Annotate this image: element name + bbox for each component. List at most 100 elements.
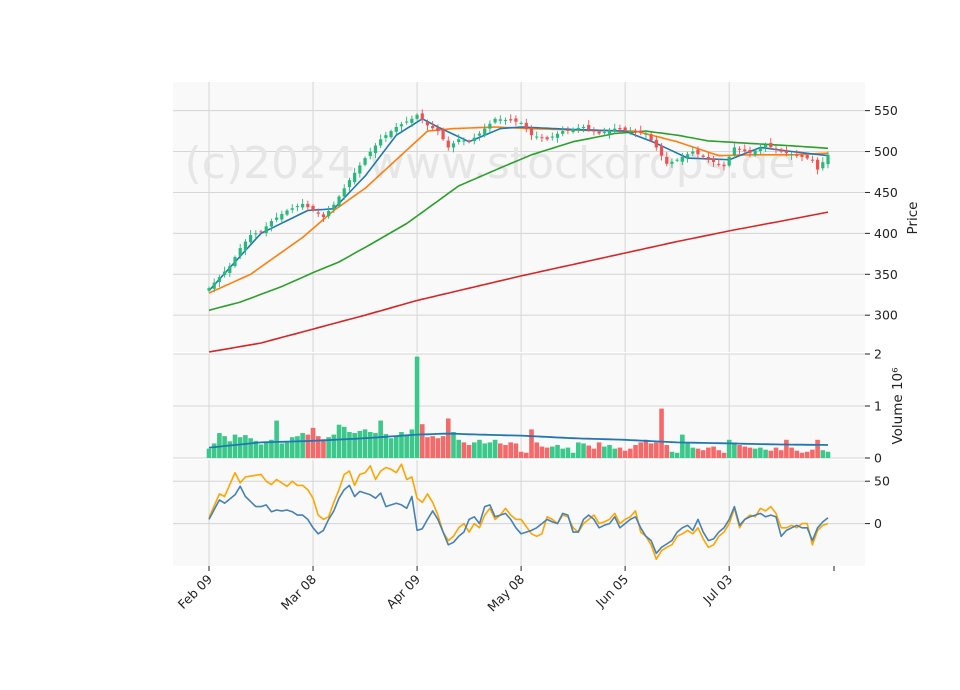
candle-body bbox=[290, 208, 294, 210]
candle-body bbox=[264, 226, 268, 234]
volume-bar bbox=[440, 436, 446, 458]
candle-body bbox=[483, 128, 487, 135]
x-axis: Feb 09 Mar 08 Apr 09 May 08 Jun 05 Jul 03 bbox=[175, 566, 835, 614]
volume-bar bbox=[596, 442, 602, 458]
volume-bar bbox=[758, 447, 763, 458]
volume-bar bbox=[794, 450, 800, 458]
watermark-text: (c)2024 www.stockdrops.de bbox=[185, 138, 796, 189]
candle-body bbox=[763, 145, 768, 148]
candle-body bbox=[410, 118, 414, 123]
osc-ytick-label: 50 bbox=[874, 474, 890, 489]
x-tick-label: Feb 09 bbox=[175, 571, 215, 611]
volume-bar bbox=[300, 433, 305, 458]
candle-body bbox=[789, 154, 794, 156]
candle-body bbox=[399, 124, 404, 127]
candle-body bbox=[628, 131, 632, 133]
candle-body bbox=[295, 206, 300, 208]
volume-bar bbox=[810, 449, 815, 458]
oscillator-panel: 0 50 bbox=[173, 460, 890, 566]
candle-body bbox=[519, 122, 523, 124]
volume-bar bbox=[711, 446, 716, 458]
volume-bar bbox=[778, 450, 784, 458]
candle-body bbox=[269, 221, 274, 227]
candle-body bbox=[550, 136, 554, 138]
volume-bar bbox=[471, 442, 477, 458]
candle-body bbox=[249, 235, 253, 243]
volume-bar bbox=[341, 426, 347, 458]
volume-bar bbox=[487, 442, 493, 458]
candle-body bbox=[711, 158, 716, 162]
candle-body bbox=[462, 140, 466, 142]
candle-body bbox=[613, 128, 617, 131]
candle-body bbox=[779, 149, 783, 152]
volume-bar bbox=[784, 439, 789, 458]
candle-body bbox=[566, 129, 570, 131]
volume-bar bbox=[456, 439, 461, 458]
candle-body bbox=[394, 127, 398, 132]
candle-body bbox=[639, 130, 643, 133]
x-tick-label: Apr 09 bbox=[383, 571, 423, 611]
volume-bar bbox=[414, 356, 420, 458]
candle-body bbox=[691, 151, 695, 154]
volume-bar bbox=[539, 446, 545, 458]
candle-body bbox=[467, 141, 471, 143]
candle-body bbox=[587, 125, 591, 130]
candle-body bbox=[389, 131, 393, 138]
candle-body bbox=[821, 162, 825, 169]
candle-body bbox=[243, 241, 248, 251]
candle-body bbox=[545, 137, 549, 140]
volume-bar bbox=[768, 450, 774, 458]
volume-bar bbox=[419, 424, 425, 458]
candle-body bbox=[373, 145, 378, 154]
volume-bar bbox=[274, 420, 279, 458]
volume-bar bbox=[295, 436, 300, 458]
volume-bar bbox=[674, 452, 680, 458]
volume-bar bbox=[378, 420, 383, 458]
volume-axis-label: Volume 10⁶ bbox=[890, 367, 906, 444]
volume-bar bbox=[425, 437, 430, 458]
volume-bar bbox=[560, 448, 566, 458]
volume-bar bbox=[430, 436, 435, 458]
volume-bar bbox=[404, 435, 409, 458]
volume-bar bbox=[544, 447, 550, 458]
candle-body bbox=[576, 128, 580, 130]
volume-bar bbox=[279, 443, 285, 458]
candle-body bbox=[488, 123, 492, 129]
volume-bar bbox=[690, 447, 696, 458]
candle-body bbox=[238, 248, 242, 256]
candle-body bbox=[436, 127, 440, 132]
volume-bar bbox=[336, 424, 342, 458]
volume-bar bbox=[497, 443, 503, 458]
candle-body bbox=[311, 205, 315, 211]
candle-body bbox=[368, 151, 372, 157]
volume-bar bbox=[706, 447, 711, 458]
volume-bar bbox=[461, 442, 467, 458]
candle-body bbox=[212, 282, 216, 289]
volume-bar bbox=[445, 418, 451, 458]
candle-body bbox=[815, 159, 820, 170]
volume-bar bbox=[586, 445, 592, 458]
volume-bar bbox=[352, 433, 357, 458]
volume-bar bbox=[362, 429, 368, 458]
volume-bar bbox=[263, 442, 269, 458]
candle-body bbox=[254, 233, 258, 235]
volume-bar bbox=[612, 448, 618, 458]
price-axis-label: Price bbox=[905, 202, 921, 235]
x-tick-label: Mar 08 bbox=[278, 571, 319, 612]
volume-bar bbox=[804, 451, 810, 458]
volume-bar bbox=[622, 450, 628, 458]
candle-body bbox=[581, 127, 586, 128]
candle-body bbox=[727, 156, 731, 166]
volume-bar bbox=[310, 427, 316, 458]
candle-body bbox=[540, 137, 544, 139]
volume-bar bbox=[206, 448, 212, 458]
volume-bar bbox=[664, 445, 670, 458]
volume-bar bbox=[321, 439, 326, 458]
volume-bar bbox=[742, 446, 748, 458]
price-ytick-label: 300 bbox=[874, 308, 898, 323]
volume-bar bbox=[721, 452, 727, 458]
candle-body bbox=[529, 127, 534, 136]
candle-body bbox=[701, 155, 705, 157]
volume-bar bbox=[789, 447, 794, 458]
volume-bar bbox=[477, 439, 482, 458]
